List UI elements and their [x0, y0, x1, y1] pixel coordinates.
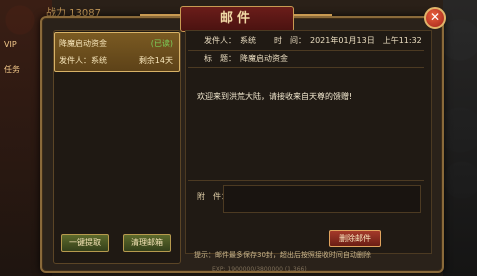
- divider: [188, 50, 424, 51]
- right-hud: [443, 0, 477, 276]
- collect-all-button[interactable]: 一键提取: [61, 234, 109, 252]
- attachment-slots: [223, 185, 421, 213]
- time-value: 2021年01月13日 上午11:32: [310, 36, 422, 45]
- mail-hint: 提示：邮件最多保存30封，超出后按照接收时间自动删除: [194, 251, 371, 259]
- mail-subject-row: 标 题： 降魔启动资金: [188, 53, 424, 68]
- sender-label: 发件人：: [204, 36, 236, 45]
- mail-item-subject: 降魔启动资金: [59, 39, 107, 48]
- task-tab[interactable]: 任务: [4, 64, 20, 75]
- mail-list-item[interactable]: 降魔启动资金 (已读) 发件人：系统 剩余14天: [54, 32, 180, 72]
- mail-item-remaining: 剩余14天: [138, 56, 173, 65]
- mail-header-row: 发件人： 系统 时 间： 2021年01月13日 上午11:32: [188, 35, 424, 49]
- mail-item-status: (已读): [150, 39, 173, 48]
- vip-tag: VIP: [4, 40, 17, 49]
- clear-mail-button[interactable]: 清理邮箱: [123, 234, 171, 252]
- mail-item-sender: 发件人：系统: [59, 56, 107, 65]
- mail-body: 欢迎来到洪荒大陆，请接收来自天尊的馈赠!: [197, 92, 353, 101]
- title-ornament-left: [140, 14, 180, 22]
- subject-label: 标 题：: [204, 54, 236, 63]
- title-ornament-right: [292, 14, 332, 22]
- sender-value: 系统: [240, 36, 256, 45]
- divider: [188, 180, 424, 181]
- delete-mail-button[interactable]: 删除邮件: [329, 230, 381, 247]
- subject-value: 降魔启动资金: [240, 54, 288, 63]
- mail-title: 邮件: [180, 6, 294, 32]
- time-label: 时 间：: [274, 36, 306, 45]
- exp-bar-text: EXP: 1900000/3800000 (1,366): [212, 266, 307, 273]
- close-icon[interactable]: ✕: [424, 7, 446, 29]
